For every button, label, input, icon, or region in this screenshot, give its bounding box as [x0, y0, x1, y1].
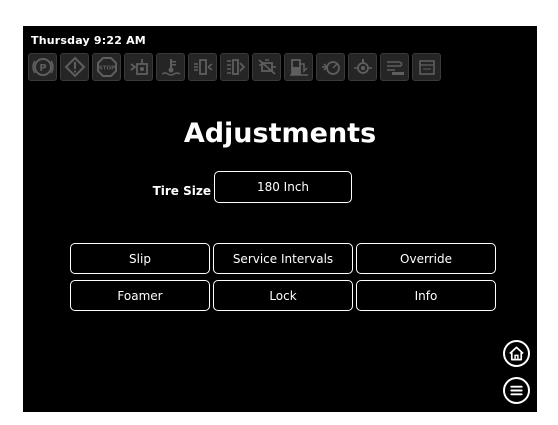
coolant-temperature-icon	[156, 53, 185, 81]
service-intervals-button[interactable]: Service Intervals	[213, 243, 353, 274]
warning-icon	[60, 53, 89, 81]
air-filter-icon	[380, 53, 409, 81]
oil-temperature-icon	[348, 53, 377, 81]
override-button[interactable]: Override	[356, 243, 496, 274]
fuel-level-icon	[284, 53, 313, 81]
indicator-bar: P STOP	[28, 53, 441, 83]
tire-size-button[interactable]: 180 Inch	[214, 171, 352, 203]
home-button[interactable]	[503, 340, 530, 367]
stop-icon: STOP	[92, 53, 121, 81]
info-button[interactable]: Info	[356, 280, 496, 311]
foamer-button[interactable]: Foamer	[70, 280, 210, 311]
oil-pressure-icon	[316, 53, 345, 81]
date-time: Thursday 9:22 AM	[31, 34, 146, 47]
menu-button[interactable]	[503, 377, 530, 404]
service-icon	[412, 53, 441, 81]
menu-icon	[510, 385, 523, 396]
display-screen: Thursday 9:22 AM P STOP Adjustments Tire…	[23, 26, 537, 412]
slip-button[interactable]: Slip	[70, 243, 210, 274]
home-icon	[509, 346, 524, 361]
tire-size-label: Tire Size	[152, 184, 211, 198]
svg-text:P: P	[39, 63, 46, 74]
engine-fault-icon	[252, 53, 281, 81]
transmission-filter-icon	[220, 53, 249, 81]
page-title: Adjustments	[183, 118, 377, 149]
hydraulic-filter-icon	[188, 53, 217, 81]
parking-brake-icon: P	[28, 53, 57, 81]
engine-fluid-icon	[124, 53, 153, 81]
svg-text:STOP: STOP	[98, 66, 114, 72]
lock-button[interactable]: Lock	[213, 280, 353, 311]
